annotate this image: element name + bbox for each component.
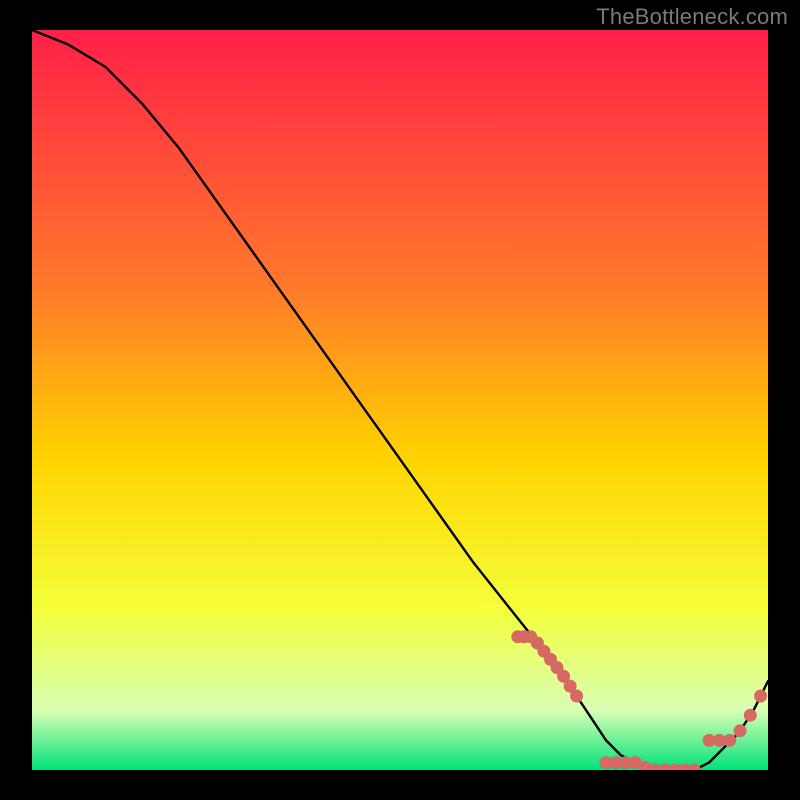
gradient-background [32, 30, 768, 770]
data-marker [754, 690, 767, 703]
data-marker [734, 724, 747, 737]
data-marker [570, 690, 583, 703]
data-marker [744, 709, 757, 722]
watermark-text: TheBottleneck.com [596, 4, 788, 30]
chart-svg [32, 30, 768, 770]
chart-frame: TheBottleneck.com [0, 0, 800, 800]
plot-area [32, 30, 768, 770]
data-marker [723, 734, 736, 747]
